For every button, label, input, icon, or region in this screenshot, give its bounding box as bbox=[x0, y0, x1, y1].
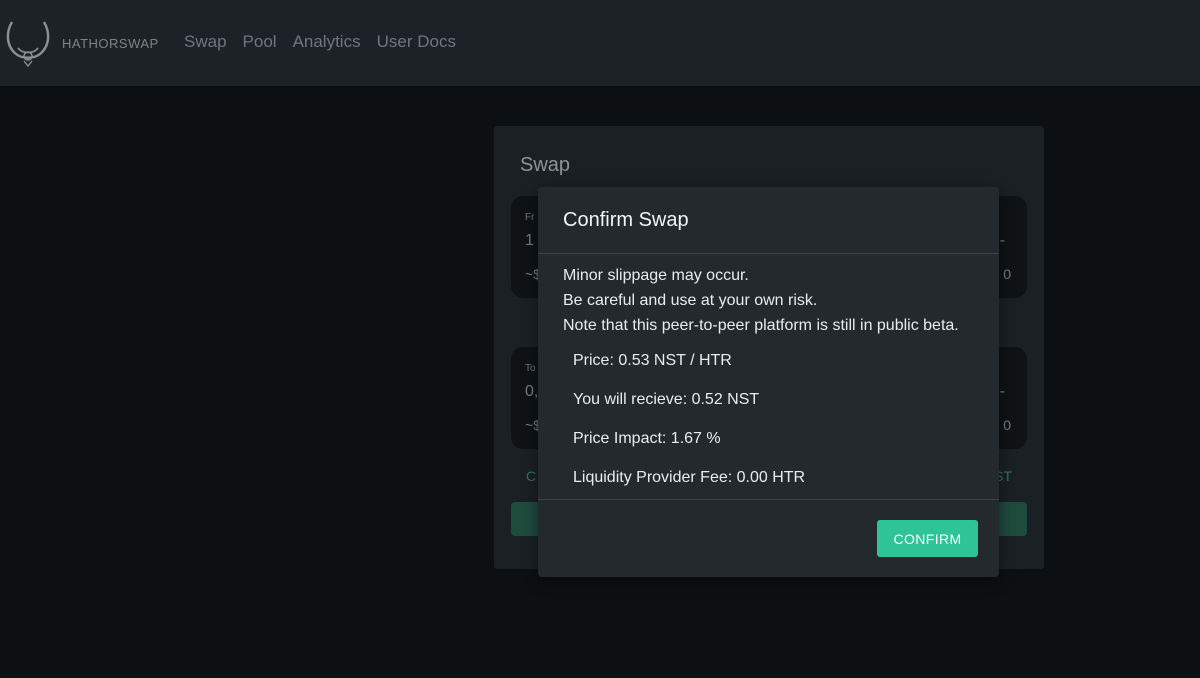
slippage-warning: Minor slippage may occur. bbox=[563, 267, 749, 284]
from-amount-input[interactable]: 1 bbox=[525, 232, 534, 250]
nav-link-pool[interactable]: Pool bbox=[243, 32, 277, 52]
to-amount-input[interactable]: 0, bbox=[525, 383, 538, 401]
to-token-select[interactable]: - bbox=[1000, 383, 1005, 401]
modal-header: Confirm Swap bbox=[538, 187, 999, 254]
to-label: To bbox=[525, 363, 536, 374]
nav-link-analytics[interactable]: Analytics bbox=[293, 32, 361, 52]
confirm-button[interactable]: CONFIRM bbox=[877, 520, 978, 557]
card-left-link[interactable]: C bbox=[526, 468, 536, 484]
from-label: Fr bbox=[525, 212, 535, 223]
nav-link-swap[interactable]: Swap bbox=[184, 32, 227, 52]
price-detail: Price: 0.53 NST / HTR bbox=[573, 352, 732, 369]
swap-card-title: Swap bbox=[520, 154, 571, 176]
brand-name[interactable]: HATHORSWAP bbox=[62, 36, 159, 51]
modal-footer bbox=[538, 499, 999, 500]
hathor-horns-logo-icon[interactable] bbox=[4, 18, 52, 68]
price-impact-detail: Price Impact: 1.67 % bbox=[573, 430, 721, 447]
from-balance: 0 bbox=[1003, 266, 1011, 282]
nav-links: Swap Pool Analytics User Docs bbox=[184, 32, 456, 52]
risk-warning: Be careful and use at your own risk. bbox=[563, 292, 818, 309]
beta-warning: Note that this peer-to-peer platform is … bbox=[563, 317, 959, 334]
nav-link-user-docs[interactable]: User Docs bbox=[377, 32, 456, 52]
confirm-swap-modal: Confirm Swap Minor slippage may occur. B… bbox=[538, 187, 999, 577]
from-token-select[interactable]: - bbox=[1000, 232, 1005, 250]
receive-detail: You will recieve: 0.52 NST bbox=[573, 391, 760, 408]
top-navbar: HATHORSWAP Swap Pool Analytics User Docs bbox=[0, 0, 1200, 86]
to-balance: 0 bbox=[1003, 417, 1011, 433]
swap-details: Price: 0.53 NST / HTR You will recieve: … bbox=[563, 352, 993, 508]
lp-fee-detail: Liquidity Provider Fee: 0.00 HTR bbox=[573, 469, 806, 486]
modal-title: Confirm Swap bbox=[563, 209, 689, 231]
modal-body: Minor slippage may occur. Be careful and… bbox=[563, 263, 993, 508]
